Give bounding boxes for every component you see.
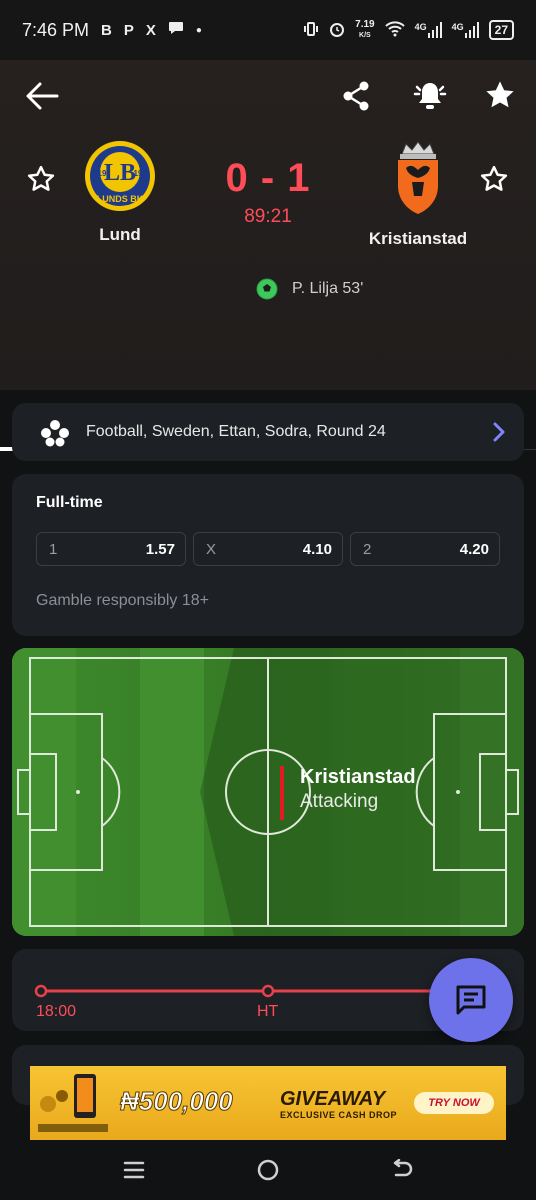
ad-banner[interactable]: ₦500,000 GIVEAWAY EXCLUSIVE CASH DROP TR… bbox=[30, 1066, 506, 1140]
competition-breadcrumb[interactable]: Football, Sweden, Ettan, Sodra, Round 24 bbox=[12, 403, 524, 461]
back-nav-button[interactable] bbox=[382, 1150, 422, 1190]
more-dot-icon: ● bbox=[195, 24, 202, 36]
attacking-team: Kristianstad bbox=[300, 766, 416, 788]
goal-scorer-row: P. Lilja 53' bbox=[256, 278, 363, 300]
gamble-disclaimer: Gamble responsibly 18+ bbox=[36, 592, 209, 609]
live-pitch: Kristianstad Attacking bbox=[12, 648, 524, 936]
breadcrumb-text: Football, Sweden, Ettan, Sodra, Round 24 bbox=[86, 423, 386, 440]
home-button[interactable] bbox=[248, 1150, 288, 1190]
odd-label: X bbox=[206, 540, 217, 558]
notification-icons: B P X ● bbox=[101, 21, 202, 39]
football-icon bbox=[41, 418, 69, 447]
speed-value: 7.19 bbox=[355, 18, 375, 30]
x-app-icon: X bbox=[145, 21, 156, 39]
speed-unit: K/S bbox=[359, 31, 371, 39]
chat-app-icon bbox=[168, 21, 184, 39]
back-nav-icon bbox=[393, 1159, 413, 1177]
ad-phone-graphic bbox=[38, 1074, 108, 1132]
away-team[interactable]: Kristianstad bbox=[338, 140, 498, 249]
chevron-right-icon bbox=[493, 422, 505, 442]
wifi-icon bbox=[384, 20, 405, 40]
odds-card: Full-time 1 1.57 X 4.10 2 4.20 Gamble re… bbox=[12, 474, 524, 636]
network-2-label: 4G bbox=[451, 22, 464, 32]
share-button[interactable] bbox=[336, 76, 376, 116]
goal-scorer-text: P. Lilja 53' bbox=[292, 280, 364, 297]
recent-apps-button[interactable] bbox=[114, 1150, 154, 1190]
attack-status: Attacking bbox=[300, 791, 379, 812]
signal-1-icon: 4G bbox=[415, 22, 442, 38]
menu-lines-icon bbox=[123, 1161, 145, 1179]
odd-draw[interactable]: X 4.10 bbox=[193, 532, 343, 566]
signal-2-icon: 4G bbox=[452, 22, 479, 38]
share-icon bbox=[343, 81, 369, 111]
odd-value: 4.10 bbox=[302, 540, 332, 558]
alarm-icon bbox=[329, 21, 345, 40]
away-team-crest bbox=[398, 141, 438, 214]
odd-away[interactable]: 2 4.20 bbox=[350, 532, 500, 566]
status-time: 7:46 PM bbox=[22, 19, 90, 40]
ad-headline: GIVEAWAY bbox=[280, 1088, 386, 1110]
network-1-label: 4G bbox=[414, 22, 427, 32]
notification-bell-button[interactable] bbox=[408, 74, 452, 118]
odd-value: 1.57 bbox=[145, 540, 175, 558]
bell-ringing-icon bbox=[413, 83, 447, 109]
ad-subline: EXCLUSIVE CASH DROP bbox=[280, 1110, 398, 1120]
ad-cta-button[interactable]: TRY NOW bbox=[414, 1092, 494, 1114]
chat-button[interactable] bbox=[429, 958, 513, 1042]
odds-row: 1 1.57 X 4.10 2 4.20 bbox=[36, 532, 500, 566]
odd-label: 1 bbox=[49, 540, 58, 558]
chat-icon bbox=[456, 985, 486, 1015]
network-speed: 7.19 K/S bbox=[355, 18, 375, 41]
goal-ball-icon bbox=[256, 278, 278, 300]
status-bar: 7:46 PM B P X ● 7.19 K/S 4G 4G 27 bbox=[0, 0, 536, 60]
timeline-start: 18:00 bbox=[36, 1003, 77, 1020]
system-nav-bar bbox=[0, 1140, 536, 1200]
home-team-name: Lund bbox=[99, 225, 141, 244]
away-team-name: Kristianstad bbox=[368, 229, 468, 248]
star-outline-icon bbox=[480, 165, 508, 191]
favorite-away-team-button[interactable] bbox=[475, 160, 513, 198]
attack-indicator: Kristianstad Attacking bbox=[280, 766, 416, 820]
attack-bar bbox=[280, 766, 284, 820]
back-button[interactable] bbox=[22, 76, 62, 116]
pitch-graphic bbox=[12, 648, 524, 936]
app-b-icon: B bbox=[101, 21, 112, 39]
odds-title: Full-time bbox=[36, 494, 103, 511]
app-p-icon: P bbox=[123, 21, 134, 39]
match-header: LB 19 19 LUNDS BK Lund 0 - 1 89:21 Krist… bbox=[0, 60, 536, 451]
ad-amount: ₦500,000 bbox=[120, 1086, 234, 1117]
odd-value: 4.20 bbox=[459, 540, 489, 558]
odd-label: 2 bbox=[363, 540, 372, 558]
system-icons: 7.19 K/S 4G 4G 27 bbox=[303, 18, 514, 41]
vibrate-icon bbox=[303, 21, 319, 40]
favorite-match-button[interactable] bbox=[480, 74, 520, 116]
timeline-halftime: HT bbox=[257, 1003, 279, 1020]
home-circle-icon bbox=[257, 1159, 279, 1181]
back-arrow-icon bbox=[26, 82, 59, 110]
star-filled-icon bbox=[486, 81, 514, 108]
battery-indicator: 27 bbox=[488, 20, 514, 40]
odd-home[interactable]: 1 1.57 bbox=[36, 532, 186, 566]
